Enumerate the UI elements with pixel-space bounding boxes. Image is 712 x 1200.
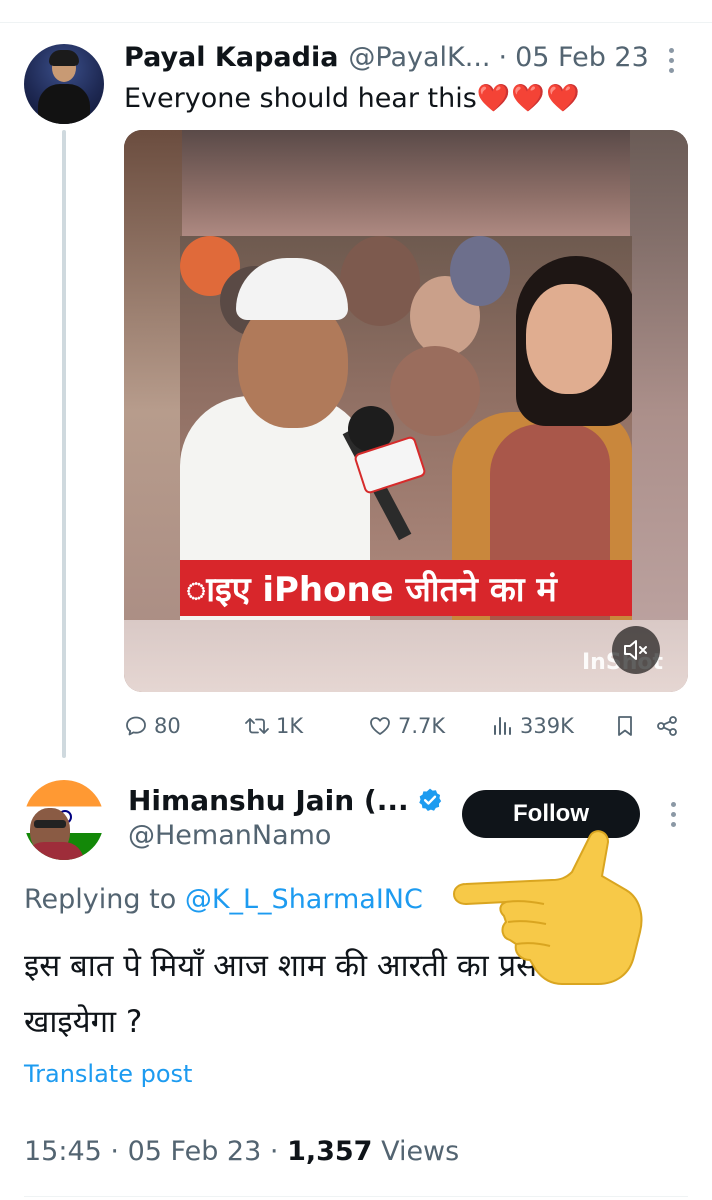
ticker-text: ाइए iPhone जीतने का मं [186, 570, 557, 610]
parent-tweet-date[interactable]: 05 Feb 23 [515, 42, 649, 73]
views-button[interactable]: 339K [492, 708, 574, 744]
views-label: Views [381, 1136, 460, 1167]
video-news-ticker: ाइए iPhone जीतने का मं [180, 560, 632, 616]
views-icon [494, 717, 511, 735]
parent-tweet-header: Payal Kapadia @PayalK... · 05 Feb 23 [124, 40, 684, 74]
separator-dot: · [269, 1136, 279, 1167]
replying-to-line: Replying to @K_L_SharmaINC [24, 884, 423, 915]
reply-time[interactable]: 15:45 [24, 1136, 102, 1167]
reply-author-name[interactable]: Himanshu Jain (... [128, 784, 409, 817]
parent-tweet-actions: 80 1K 7.7K 339K [124, 708, 688, 744]
reply-date[interactable]: 05 Feb 23 [128, 1136, 262, 1167]
bottom-divider [24, 1196, 688, 1197]
replying-prefix: Replying to [24, 884, 177, 915]
repost-button[interactable]: 1K [244, 708, 303, 744]
parent-author-name[interactable]: Payal Kapadia [124, 42, 338, 73]
avatar-himanshu-jain[interactable] [24, 780, 104, 860]
like-count: 7.7K [398, 714, 446, 738]
share-icon [657, 716, 677, 736]
views-count: 339K [520, 714, 574, 738]
reply-icon [126, 716, 146, 736]
heart-emoji: ❤️❤️❤️ [476, 83, 581, 114]
like-icon [370, 717, 390, 735]
bookmark-button[interactable] [614, 708, 642, 744]
translate-post-link[interactable]: Translate post [24, 1060, 192, 1088]
more-icon[interactable] [666, 800, 680, 830]
reply-author-row: Himanshu Jain (... [128, 782, 443, 818]
replying-to-mention[interactable]: @K_L_SharmaINC [185, 884, 423, 915]
mute-button[interactable] [612, 626, 660, 674]
reply-author-handle[interactable]: @HemanNamo [128, 820, 331, 851]
top-divider [0, 22, 712, 23]
share-button[interactable] [654, 708, 686, 744]
retweet-icon [245, 718, 269, 734]
separator-dot: · [110, 1136, 119, 1167]
views-count[interactable]: 1,357 [287, 1136, 372, 1167]
separator-dot: · [498, 41, 508, 73]
reply-tweet-meta: 15:45 · 05 Feb 23 · 1,357 Views [24, 1136, 459, 1167]
reply-button[interactable]: 80 [124, 708, 181, 744]
more-icon[interactable] [664, 46, 678, 76]
pointing-hand-emoji [452, 830, 643, 985]
thread-connector-line [62, 130, 66, 758]
reply-count: 80 [154, 714, 181, 738]
repost-count: 1K [276, 714, 304, 738]
avatar-payal-kapadia[interactable] [24, 44, 104, 124]
video-player[interactable]: ाइए iPhone जीतने का मं InShot [124, 130, 688, 692]
mute-icon [624, 640, 647, 660]
parent-tweet-body: Everyone should hear this [124, 83, 477, 114]
verified-badge-icon[interactable] [417, 787, 443, 813]
like-button[interactable]: 7.7K [368, 708, 445, 744]
parent-author-handle[interactable]: @PayalK... [348, 42, 490, 73]
parent-tweet-text: Everyone should hear this❤️❤️❤️ [124, 82, 581, 114]
video-frame: ाइए iPhone जीतने का मं [180, 236, 632, 620]
bookmark-icon [618, 716, 632, 736]
